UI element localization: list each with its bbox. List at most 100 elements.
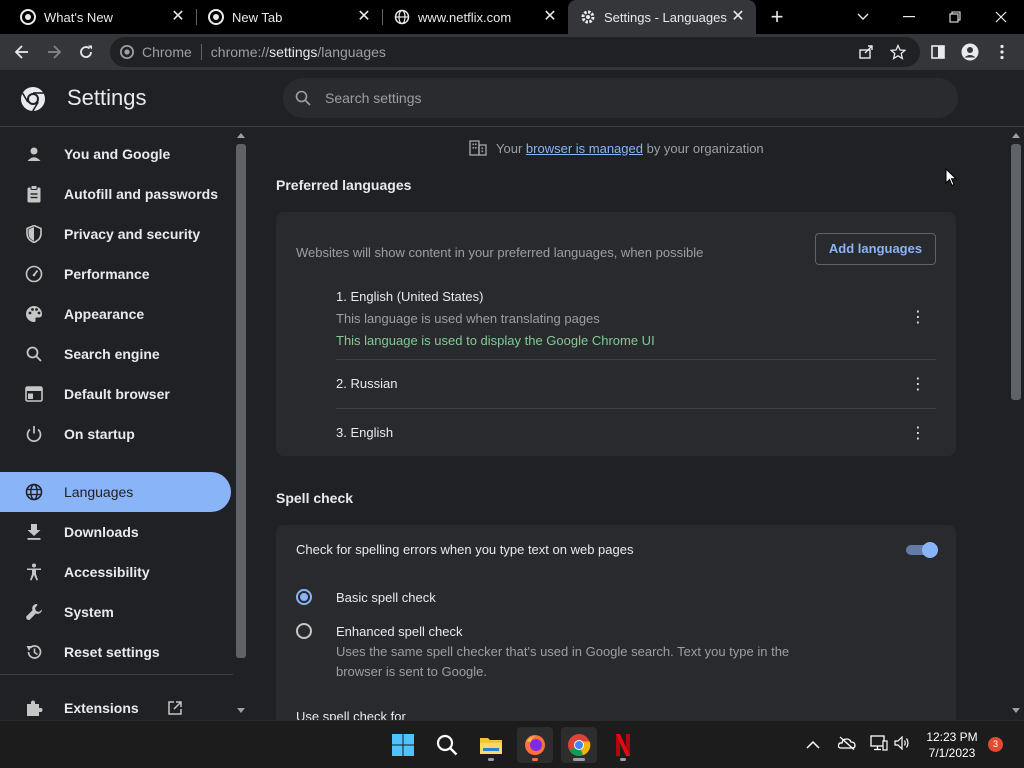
minimize-button[interactable] <box>886 0 932 34</box>
sidebar-item-you-and-google[interactable]: You and Google <box>0 134 231 174</box>
tab-new-tab[interactable]: New Tab ✕ <box>196 0 382 34</box>
close-tab-icon[interactable]: ✕ <box>542 9 558 25</box>
spell-check-toggle-label: Check for spelling errors when you type … <box>296 542 634 557</box>
tab-title: New Tab <box>232 9 283 25</box>
shield-icon <box>24 224 44 244</box>
firefox-icon[interactable] <box>517 727 553 763</box>
sidebar-item-default-browser[interactable]: Default browser <box>0 374 231 414</box>
main-scrollbar-track <box>1011 133 1021 713</box>
sidebar-item-downloads[interactable]: Downloads <box>0 512 231 552</box>
netflix-icon[interactable] <box>605 727 641 763</box>
tab-settings-languages[interactable]: Settings - Languages ✕ <box>568 0 756 34</box>
sidebar-item-label: Autofill and passwords <box>64 186 219 202</box>
chrome-icon <box>208 9 224 25</box>
settings-main: Your browser is managed by your organiza… <box>249 128 1008 720</box>
tab-search-chevron-icon[interactable] <box>840 0 886 34</box>
profile-avatar-icon[interactable] <box>956 38 984 66</box>
sidebar-item-on-startup[interactable]: On startup <box>0 414 231 454</box>
sidebar-item-appearance[interactable]: Appearance <box>0 294 231 334</box>
basic-spell-check-radio[interactable] <box>296 589 312 605</box>
volume-icon[interactable] <box>894 735 910 755</box>
sidebar-item-system[interactable]: System <box>0 592 231 632</box>
close-window-button[interactable] <box>978 0 1024 34</box>
language-row: 3. English <box>336 425 394 440</box>
sidebar-item-search-engine[interactable]: Search engine <box>0 334 231 374</box>
share-icon[interactable] <box>852 38 880 66</box>
reload-button[interactable] <box>72 38 100 66</box>
omnibox-divider <box>200 44 202 60</box>
tab-netflix[interactable]: www.netflix.com ✕ <box>382 0 568 34</box>
sidebar-item-reset[interactable]: Reset settings <box>0 632 231 672</box>
enhanced-spell-check-radio[interactable] <box>296 623 312 639</box>
tab-whats-new[interactable]: What's New ✕ <box>0 0 196 34</box>
main-scrollbar[interactable] <box>1008 128 1024 720</box>
toggle-knob <box>922 542 938 558</box>
url-text: chrome://settings/languages <box>210 44 386 60</box>
address-bar[interactable]: Chrome chrome://settings/languages <box>110 37 920 67</box>
close-tab-icon[interactable]: ✕ <box>356 9 372 25</box>
new-tab-button[interactable]: + <box>760 0 794 34</box>
network-icon[interactable] <box>870 735 888 756</box>
sidebar-item-label: Downloads <box>64 524 139 540</box>
spell-check-title: Spell check <box>276 490 354 506</box>
sidebar-item-performance[interactable]: Performance <box>0 254 231 294</box>
clock[interactable]: 12:23 PM 7/1/2023 <box>920 729 984 761</box>
managed-link[interactable]: browser is managed <box>526 141 643 156</box>
language-menu-kebab-icon[interactable]: ⋮ <box>908 374 928 394</box>
tab-strip: What's New ✕ New Tab ✕ www.netflix.com ✕… <box>0 0 1024 34</box>
language-name: 1. English (United States) <box>336 289 484 304</box>
sidebar-item-extensions[interactable]: Extensions <box>0 688 231 720</box>
side-panel-icon[interactable] <box>924 38 952 66</box>
radio-dot <box>300 593 308 601</box>
spell-check-toggle[interactable] <box>904 542 938 558</box>
chrome-icon <box>20 9 36 25</box>
forward-button[interactable] <box>40 38 68 66</box>
person-icon <box>24 144 44 164</box>
gear-icon <box>580 9 596 25</box>
sidebar-item-accessibility[interactable]: Accessibility <box>0 552 231 592</box>
tab-title: www.netflix.com <box>418 9 512 25</box>
menu-kebab-icon[interactable] <box>988 38 1016 66</box>
bookmark-star-icon[interactable] <box>884 38 912 66</box>
onedrive-offline-icon[interactable] <box>837 736 856 755</box>
page-title: Settings <box>67 85 147 110</box>
running-indicator <box>488 758 494 761</box>
sidebar-item-label: Privacy and security <box>64 226 201 242</box>
sidebar-item-privacy[interactable]: Privacy and security <box>0 214 231 254</box>
sidebar-item-label: Reset settings <box>64 644 160 660</box>
sidebar-scrollbar[interactable] <box>233 128 249 720</box>
speedometer-icon <box>24 264 44 284</box>
globe-icon <box>394 9 410 25</box>
language-menu-kebab-icon[interactable]: ⋮ <box>908 307 928 327</box>
close-tab-icon[interactable]: ✕ <box>170 9 186 25</box>
download-icon <box>24 522 44 542</box>
language-menu-kebab-icon[interactable]: ⋮ <box>908 423 928 443</box>
row-divider <box>336 408 936 409</box>
use-spell-check-for-label: Use spell check for <box>296 709 406 720</box>
managed-notice: Your browser is managed by your organiza… <box>469 140 764 156</box>
close-tab-icon[interactable]: ✕ <box>730 9 746 25</box>
add-languages-button[interactable]: Add languages <box>815 233 936 265</box>
enhanced-spell-check-description-line1: Uses the same spell checker that's used … <box>336 644 790 659</box>
taskbar-search-icon[interactable] <box>429 727 465 763</box>
windows-start-icon[interactable] <box>385 727 421 763</box>
settings-sidebar: You and Google Autofill and passwords Pr… <box>0 128 233 720</box>
sidebar-item-languages[interactable]: Languages <box>0 472 231 512</box>
search-settings-input[interactable]: Search settings <box>283 78 958 118</box>
notification-badge[interactable]: 3 <box>988 737 1003 752</box>
sidebar-item-label: Appearance <box>64 306 145 322</box>
accessibility-icon <box>24 562 44 582</box>
chrome-taskbar-icon[interactable] <box>561 727 597 763</box>
running-indicator <box>573 758 585 761</box>
file-explorer-icon[interactable] <box>473 727 509 763</box>
restore-button[interactable] <box>932 0 978 34</box>
building-icon <box>469 140 487 156</box>
language-ui-note: This language is used to display the Goo… <box>336 333 655 348</box>
search-placeholder: Search settings <box>325 90 422 106</box>
wrench-icon <box>24 602 44 622</box>
back-button[interactable] <box>8 38 36 66</box>
sidebar-item-label: Accessibility <box>64 564 150 580</box>
sidebar-item-autofill[interactable]: Autofill and passwords <box>0 174 231 214</box>
sidebar-item-label: Performance <box>64 266 150 282</box>
tray-chevron-icon[interactable] <box>806 737 820 755</box>
